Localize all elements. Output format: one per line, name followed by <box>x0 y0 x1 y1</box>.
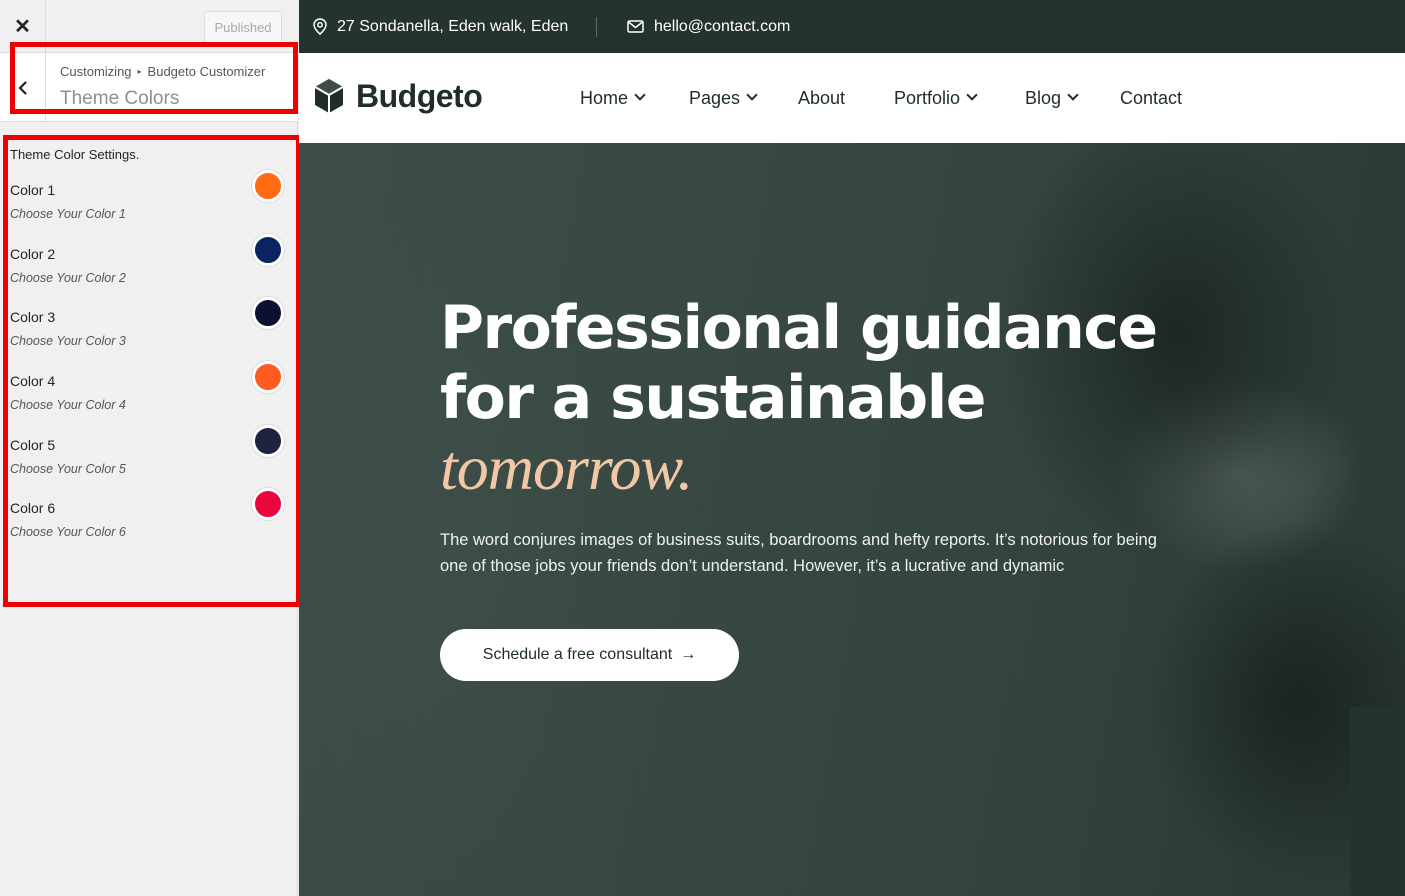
color-setting-6: Color 6 Choose Your Color 6 <box>10 488 286 560</box>
nav-item-contact[interactable]: Contact <box>1120 53 1182 143</box>
close-customizer-button[interactable]: ✕ <box>0 0 46 53</box>
mail-icon <box>627 20 644 33</box>
nav-label: Portfolio <box>894 87 961 108</box>
color-setting-4: Color 4 Choose Your Color 4 <box>10 361 286 433</box>
chevron-left-icon <box>17 80 27 95</box>
color-label: Color 4 <box>10 373 56 389</box>
site-logo[interactable]: Budgeto <box>312 77 483 115</box>
nav-item-blog[interactable]: Blog <box>1025 53 1079 143</box>
color-label: Color 3 <box>10 309 56 325</box>
cta-label: Schedule a free consultant <box>482 646 673 663</box>
color-swatch-button[interactable] <box>252 488 284 520</box>
color-swatch-button[interactable] <box>252 297 284 329</box>
breadcrumb: Customizing ▸ Budgeto Customizer <box>60 64 265 79</box>
color-description: Choose Your Color 2 <box>10 271 126 285</box>
nav-item-about[interactable]: About <box>798 53 845 143</box>
color-swatch-button[interactable] <box>252 361 284 393</box>
hero-title-line-1: Professional guidance <box>440 293 1158 363</box>
published-button[interactable]: Published <box>204 11 282 43</box>
nav-label: About <box>798 87 846 108</box>
arrow-right-icon: → <box>680 646 697 663</box>
email-link[interactable]: hello@contact.com <box>654 18 790 36</box>
hero-title-accent: tomorrow. <box>440 432 693 503</box>
hero-section: Professional guidance for a sustainable … <box>299 143 1405 896</box>
address-text: 27 Sondanella, Eden walk, Eden <box>337 17 569 35</box>
breadcrumb-separator-icon: ▸ <box>137 67 142 76</box>
back-button[interactable] <box>0 53 46 122</box>
color-description: Choose Your Color 1 <box>10 207 126 221</box>
customizer-sidebar: ✕ Published Customizing ▸ Budgeto Customiz… <box>0 0 298 896</box>
nav-label: Home <box>580 87 629 108</box>
nav-label: Pages <box>689 87 741 108</box>
color-setting-2: Color 2 Choose Your Color 2 <box>10 234 286 306</box>
map-pin-icon <box>313 18 327 35</box>
color-description: Choose Your Color 4 <box>10 398 126 412</box>
chevron-down-icon <box>966 89 978 101</box>
chevron-down-icon <box>634 89 646 101</box>
hero-paragraph: The word conjures images of business sui… <box>440 531 1157 575</box>
brand-name: Budgeto <box>356 77 483 114</box>
color-swatch-button[interactable] <box>252 234 284 266</box>
color-description: Choose Your Color 5 <box>10 462 126 476</box>
chevron-down-icon <box>746 89 758 101</box>
nav-item-pages[interactable]: Pages <box>689 53 758 143</box>
color-swatch-button[interactable] <box>252 425 284 457</box>
color-setting-3: Color 3 Choose Your Color 3 <box>10 297 286 369</box>
site-topbar: 27 Sondanella, Eden walk, Eden hello@con… <box>299 0 1405 53</box>
topbar-divider <box>596 17 597 37</box>
color-swatch-button[interactable] <box>252 170 284 202</box>
section-title: Theme Colors <box>60 88 180 109</box>
color-description: Choose Your Color 3 <box>10 334 126 348</box>
email-info[interactable]: hello@contact.com <box>627 0 790 53</box>
chevron-down-icon <box>1067 89 1079 101</box>
cube-logo-icon <box>314 79 344 113</box>
hero-title-line-2: for a sustainable <box>440 363 986 433</box>
breadcrumb-root: Customizing <box>60 64 132 79</box>
hero-title: Professional guidance for a sustainable … <box>440 293 1200 503</box>
breadcrumb-parent: Budgeto Customizer <box>147 64 266 79</box>
color-setting-1: Color 1 Choose Your Color 1 <box>10 170 286 242</box>
side-info-card <box>1350 707 1405 896</box>
close-icon: ✕ <box>14 16 31 38</box>
hero-background-image <box>299 143 1405 896</box>
nav-label: Blog <box>1025 87 1062 108</box>
color-label: Color 2 <box>10 246 56 262</box>
color-description: Choose Your Color 6 <box>10 525 126 539</box>
address-info: 27 Sondanella, Eden walk, Eden <box>313 0 568 53</box>
site-navbar: Budgeto Home Pages About Portfolio Blog … <box>299 53 1405 143</box>
customizer-header-bar: ✕ Published <box>0 0 298 53</box>
nav-item-home[interactable]: Home <box>580 53 646 143</box>
color-label: Color 6 <box>10 500 56 516</box>
site-preview: 27 Sondanella, Eden walk, Eden hello@con… <box>299 0 1405 896</box>
color-label: Color 1 <box>10 182 56 198</box>
settings-title: Theme Color Settings. <box>10 147 140 162</box>
schedule-consultant-button[interactable]: Schedule a free consultant → <box>440 629 739 681</box>
color-label: Color 5 <box>10 437 56 453</box>
color-setting-5: Color 5 Choose Your Color 5 <box>10 425 286 497</box>
nav-label: Contact <box>1120 87 1183 108</box>
nav-item-portfolio[interactable]: Portfolio <box>894 53 978 143</box>
section-header: Customizing ▸ Budgeto Customizer Theme Col… <box>0 53 298 122</box>
